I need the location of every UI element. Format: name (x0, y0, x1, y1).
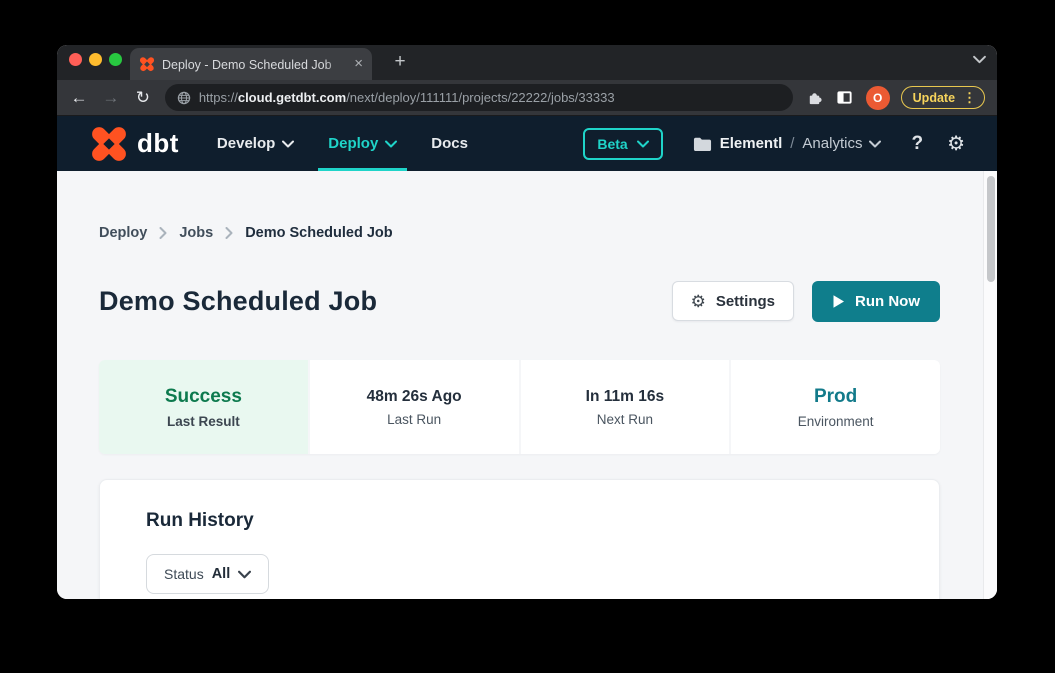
chevron-down-icon (282, 140, 294, 148)
beta-dropdown[interactable]: Beta (583, 128, 662, 160)
breadcrumb-current: Demo Scheduled Job (245, 225, 392, 241)
browser-toolbar: ← → ↻ https://cloud.getdbt.com/next/depl… (57, 80, 997, 116)
url-domain: cloud.getdbt.com (238, 90, 346, 105)
browser-update-button[interactable]: Update ⋮ (901, 86, 985, 109)
chevron-right-icon (159, 227, 167, 239)
help-icon[interactable]: ? (911, 133, 923, 155)
address-bar[interactable]: https://cloud.getdbt.com/next/deploy/111… (165, 84, 793, 111)
dbt-logo-text: dbt (137, 128, 179, 159)
next-run-value: In 11m 16s (586, 388, 664, 406)
close-window-button[interactable] (69, 53, 82, 66)
dbt-navbar: dbt Develop Deploy Docs Beta Elementl / … (57, 116, 997, 171)
content-scrollbar[interactable] (983, 171, 997, 599)
nav-deploy[interactable]: Deploy (318, 116, 407, 171)
url-path: /next/deploy/111111/projects/22222/jobs/… (346, 90, 614, 105)
settings-gear-icon[interactable]: ⚙ (947, 134, 965, 154)
play-icon (832, 294, 845, 309)
run-history-title: Run History (146, 510, 939, 532)
tab-search-chevron-icon[interactable] (973, 55, 986, 64)
run-now-button[interactable]: Run Now (812, 281, 940, 322)
next-run-label: Next Run (597, 412, 653, 427)
chevron-down-icon (637, 140, 649, 148)
dbt-favicon-icon (139, 57, 154, 72)
status-card-last-result: Success Last Result (99, 360, 308, 454)
chevron-down-icon (869, 140, 881, 148)
tab-close-icon[interactable]: × (354, 57, 363, 71)
chevron-down-icon (238, 570, 251, 579)
last-result-value: Success (165, 386, 242, 408)
dbt-logo[interactable]: dbt (90, 125, 179, 163)
reload-icon[interactable]: ↻ (133, 88, 153, 108)
chevron-down-icon (385, 140, 397, 148)
environment-value: Prod (814, 386, 857, 408)
nav-docs[interactable]: Docs (421, 116, 478, 171)
page-title: Demo Scheduled Job (99, 286, 377, 317)
account-project-selector[interactable]: Elementl / Analytics (693, 135, 882, 152)
account-separator: / (790, 135, 794, 152)
browser-tab[interactable]: Deploy - Demo Scheduled Job × (130, 48, 372, 80)
minimize-window-button[interactable] (89, 53, 102, 66)
gear-icon: ⚙ (691, 293, 706, 310)
breadcrumb-jobs[interactable]: Jobs (179, 225, 213, 241)
extensions-puzzle-icon[interactable] (806, 89, 823, 106)
forward-icon[interactable]: → (101, 88, 121, 108)
last-result-label: Last Result (167, 414, 240, 429)
status-card-environment: Prod Environment (731, 360, 940, 454)
scrollbar-thumb[interactable] (987, 176, 995, 282)
url-protocol: https:// (199, 90, 238, 105)
status-card-next-run: In 11m 16s Next Run (521, 360, 730, 454)
status-card-last-run: 48m 26s Ago Last Run (310, 360, 519, 454)
status-filter-dropdown[interactable]: Status All (146, 554, 269, 594)
project-name: Analytics (802, 135, 862, 152)
zoom-window-button[interactable] (109, 53, 122, 66)
breadcrumb: Deploy Jobs Demo Scheduled Job (99, 225, 940, 241)
run-history-card: Run History Status All (99, 479, 940, 599)
folder-icon (693, 136, 712, 152)
job-status-summary: Success Last Result 48m 26s Ago Last Run… (99, 360, 940, 454)
beta-label: Beta (597, 136, 627, 152)
new-tab-button[interactable]: + (387, 49, 413, 75)
side-panel-icon[interactable] (836, 89, 853, 106)
settings-button[interactable]: ⚙ Settings (672, 281, 794, 321)
update-label: Update (913, 91, 955, 105)
window-controls (69, 53, 122, 66)
back-icon[interactable]: ← (69, 88, 89, 108)
tab-title: Deploy - Demo Scheduled Job (162, 58, 332, 72)
nav-develop[interactable]: Develop (207, 116, 304, 171)
chevron-right-icon (225, 227, 233, 239)
browser-window: Deploy - Demo Scheduled Job × + ← → ↻ ht… (57, 45, 997, 599)
browser-menu-icon[interactable]: ⋮ (960, 90, 979, 106)
dbt-logo-icon (90, 125, 128, 163)
last-run-label: Last Run (387, 412, 441, 427)
breadcrumb-deploy[interactable]: Deploy (99, 225, 147, 241)
browser-titlebar: Deploy - Demo Scheduled Job × + (57, 45, 997, 80)
profile-avatar[interactable]: O (866, 86, 890, 110)
globe-icon (177, 91, 191, 105)
account-name: Elementl (720, 135, 783, 152)
page-content: Deploy Jobs Demo Scheduled Job Demo Sche… (57, 171, 997, 599)
environment-label: Environment (798, 414, 874, 429)
last-run-value: 48m 26s Ago (367, 388, 462, 406)
